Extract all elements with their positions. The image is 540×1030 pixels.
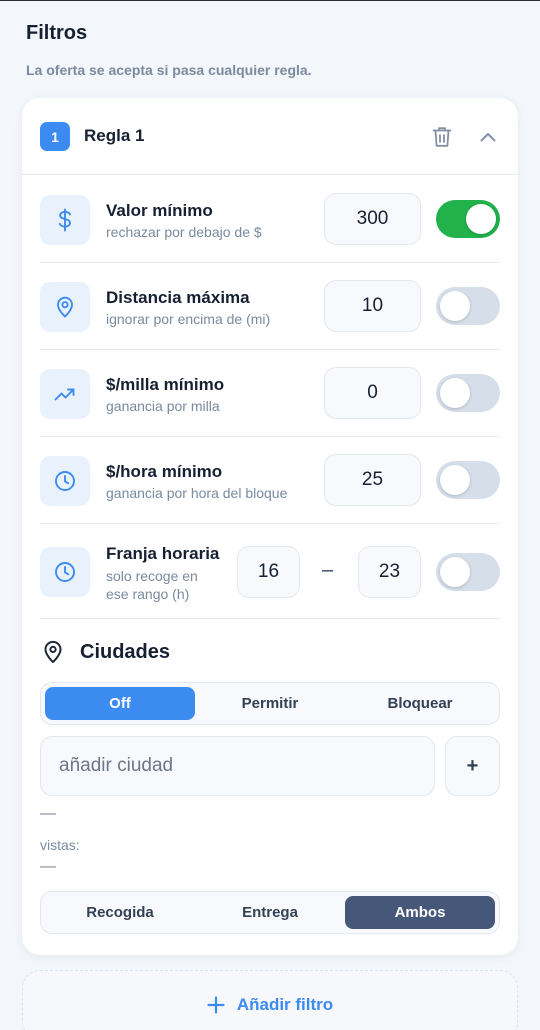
- plus-icon: [207, 996, 225, 1014]
- cities-mode-block[interactable]: Bloquear: [345, 687, 495, 720]
- min-per-mile-input[interactable]: 0: [324, 367, 421, 419]
- time-window-from-input[interactable]: 16: [237, 546, 300, 598]
- page-title: Filtros: [26, 22, 88, 44]
- max-distance-sub: ignorar por encima de (mi): [106, 311, 271, 327]
- seen-cities-label: vistas:: [40, 837, 80, 853]
- clock-icon: [40, 547, 90, 597]
- max-distance-input[interactable]: 10: [324, 280, 421, 332]
- min-per-hour-sub: ganancia por hora del bloque: [106, 485, 288, 501]
- rule-card: 1 Regla 1 Valor mínimo rechazar por deba…: [22, 98, 518, 955]
- min-per-hour-input[interactable]: 25: [324, 454, 421, 506]
- scope-delivery[interactable]: Entrega: [195, 896, 345, 929]
- cities-mode-off[interactable]: Off: [45, 687, 195, 720]
- time-window-sub-line1: solo recoge en: [106, 568, 198, 584]
- toggle-knob: [440, 557, 470, 587]
- collapse-rule-button[interactable]: [476, 124, 500, 150]
- time-window-separator: –: [322, 559, 334, 581]
- scope-both[interactable]: Ambos: [345, 896, 495, 929]
- rule-header[interactable]: 1 Regla 1: [22, 98, 518, 175]
- toggle-knob: [440, 465, 470, 495]
- time-window-label: Franja horaria: [106, 544, 220, 563]
- trending-up-icon: [40, 369, 90, 419]
- min-per-hour-toggle[interactable]: [436, 461, 500, 499]
- top-divider: [0, 0, 540, 1]
- filter-row-time-window: Franja horaria solo recoge en ese rango …: [40, 524, 500, 619]
- min-per-hour-label: $/hora mínimo: [106, 462, 223, 481]
- min-per-mile-label: $/milla mínimo: [106, 375, 225, 394]
- trash-icon: [432, 127, 452, 147]
- delete-rule-button[interactable]: [428, 122, 456, 152]
- time-window-sub-line2: ese rango (h): [106, 586, 190, 602]
- time-window-to-input[interactable]: 23: [358, 546, 421, 598]
- toggle-knob: [440, 291, 470, 321]
- max-distance-label: Distancia máxima: [106, 288, 250, 307]
- cities-list-placeholder: —: [40, 805, 56, 822]
- min-value-toggle[interactable]: [436, 200, 500, 238]
- max-distance-toggle[interactable]: [436, 287, 500, 325]
- toggle-knob: [440, 378, 470, 408]
- chevron-up-icon: [480, 133, 496, 142]
- min-per-mile-toggle[interactable]: [436, 374, 500, 412]
- filter-row-max-distance: Distancia máxima ignorar por encima de (…: [40, 263, 500, 350]
- cities-scope-selector: Recogida Entrega Ambos: [40, 891, 500, 934]
- min-value-input[interactable]: 300: [324, 193, 421, 245]
- add-city-input[interactable]: [40, 736, 435, 796]
- min-value-label: Valor mínimo: [106, 201, 213, 220]
- rule-title: Regla 1: [84, 126, 145, 145]
- map-pin-icon: [44, 640, 62, 663]
- filter-row-min-value: Valor mínimo rechazar por debajo de $ 30…: [40, 176, 500, 263]
- time-window-toggle[interactable]: [436, 553, 500, 591]
- page-subtitle: La oferta se acepta si pasa cualquier re…: [26, 62, 312, 78]
- min-per-mile-sub: ganancia por milla: [106, 398, 220, 414]
- min-value-sub: rechazar por debajo de $: [106, 224, 262, 240]
- add-city-button[interactable]: +: [445, 736, 500, 796]
- rule-number-badge: 1: [40, 122, 70, 151]
- filter-row-min-per-hour: $/hora mínimo ganancia por hora del bloq…: [40, 437, 500, 524]
- add-filter-button[interactable]: Añadir filtro: [22, 970, 518, 1030]
- toggle-knob: [466, 204, 496, 234]
- scope-pickup[interactable]: Recogida: [45, 896, 195, 929]
- cities-mode-selector: Off Permitir Bloquear: [40, 682, 500, 725]
- add-filter-label: Añadir filtro: [236, 995, 334, 1014]
- cities-mode-allow[interactable]: Permitir: [195, 687, 345, 720]
- dollar-icon: [40, 195, 90, 245]
- seen-cities-placeholder: —: [40, 858, 56, 875]
- map-pin-icon: [40, 282, 90, 332]
- clock-icon: [40, 456, 90, 506]
- filter-row-min-per-mile: $/milla mínimo ganancia por milla 0: [40, 350, 500, 437]
- cities-title: Ciudades: [80, 641, 171, 663]
